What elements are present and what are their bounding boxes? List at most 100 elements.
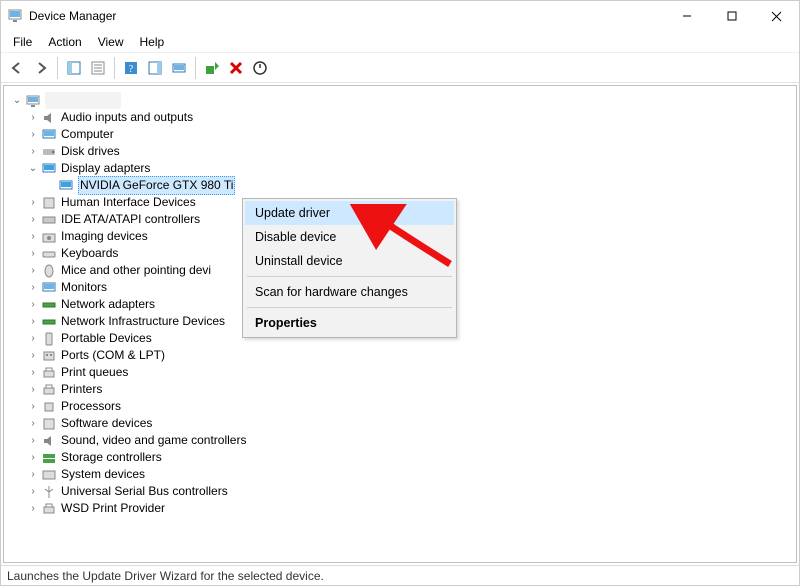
node-label: Universal Serial Bus controllers [61,483,228,500]
update-driver-button[interactable] [200,56,224,80]
context-menu: Update driver Disable device Uninstall d… [242,198,457,338]
display-adapter-icon [41,161,57,177]
action-pane-button[interactable] [143,56,167,80]
expand-icon[interactable]: › [26,213,40,227]
expand-icon[interactable]: › [26,400,40,414]
root-node[interactable]: ⌄ hidden [8,92,792,109]
expand-icon[interactable]: › [26,485,40,499]
expand-icon[interactable]: › [26,349,40,363]
node-printers[interactable]: ›Printers [8,381,792,398]
node-label: Audio inputs and outputs [61,109,193,126]
node-computer[interactable]: ›Computer [8,126,792,143]
node-label: System devices [61,466,145,483]
selected-device-label: NVIDIA GeForce GTX 980 Ti [78,176,235,195]
menu-help[interactable]: Help [132,33,173,51]
node-label: WSD Print Provider [61,500,165,517]
node-label: Network Infrastructure Devices [61,313,225,330]
node-label: Imaging devices [61,228,148,245]
minimize-button[interactable] [664,1,709,31]
node-display[interactable]: ⌄Display adapters [8,160,792,177]
expand-icon[interactable]: › [26,145,40,159]
cpu-icon [41,399,57,415]
display-adapter-icon [58,178,74,194]
node-ports[interactable]: › Ports (COM & LPT) [8,347,792,364]
ide-icon [41,212,57,228]
collapse-icon[interactable]: ⌄ [26,162,40,176]
node-label: Keyboards [61,245,118,262]
expand-icon[interactable]: › [26,196,40,210]
expand-icon[interactable]: › [26,502,40,516]
node-processors[interactable]: › Processors [8,398,792,415]
show-hide-console-tree-button[interactable] [62,56,86,80]
node-label: Sound, video and game controllers [61,432,246,449]
scan-hardware-button[interactable] [167,56,191,80]
ctx-separator [247,307,452,308]
svg-text:?: ? [129,64,134,75]
ctx-disable-device[interactable]: Disable device [245,225,454,249]
app-icon [7,8,23,24]
expand-icon[interactable]: ⌄ [10,94,24,108]
node-label: Portable Devices [61,330,152,347]
back-button[interactable] [5,56,29,80]
uninstall-button[interactable] [224,56,248,80]
properties-button[interactable] [86,56,110,80]
menu-file[interactable]: File [5,33,40,51]
expand-icon[interactable]: › [26,366,40,380]
node-label: Processors [61,398,121,415]
node-audio[interactable]: › Audio inputs and outputs [8,109,792,126]
monitor-icon [41,127,57,143]
node-label: Print queues [61,364,128,381]
expand-icon[interactable]: › [26,332,40,346]
expand-icon[interactable]: › [26,247,40,261]
menu-view[interactable]: View [90,33,132,51]
expand-icon[interactable]: › [26,128,40,142]
titlebar: Device Manager [1,1,799,31]
printer-icon [41,365,57,381]
keyboard-icon [41,246,57,262]
port-icon [41,348,57,364]
node-label: Storage controllers [61,449,162,466]
expand-icon[interactable]: › [26,451,40,465]
ctx-scan-hardware[interactable]: Scan for hardware changes [245,280,454,304]
toolbar: ? [1,53,799,83]
node-system[interactable]: › System devices [8,466,792,483]
expand-icon[interactable]: › [26,417,40,431]
node-sound[interactable]: › Sound, video and game controllers [8,432,792,449]
printer-icon [41,382,57,398]
node-usb[interactable]: › Universal Serial Bus controllers [8,483,792,500]
maximize-button[interactable] [709,1,754,31]
disable-button[interactable] [248,56,272,80]
node-printqueues[interactable]: › Print queues [8,364,792,381]
ctx-update-driver[interactable]: Update driver [245,201,454,225]
close-button[interactable] [754,1,799,31]
ctx-uninstall-device[interactable]: Uninstall device [245,249,454,273]
expand-icon[interactable]: › [26,264,40,278]
expand-icon[interactable]: › [26,434,40,448]
node-disks[interactable]: ›Disk drives [8,143,792,160]
expand-icon[interactable]: › [26,111,40,125]
hid-icon [41,195,57,211]
expand-icon[interactable]: › [26,281,40,295]
camera-icon [41,229,57,245]
node-software[interactable]: ›Software devices [8,415,792,432]
disk-icon [41,144,57,160]
node-display-child[interactable]: NVIDIA GeForce GTX 980 Ti [8,177,792,194]
help-button[interactable]: ? [119,56,143,80]
computer-icon [25,93,41,109]
expand-icon[interactable]: › [26,315,40,329]
node-label: Mice and other pointing devi [61,262,211,279]
node-storage[interactable]: › Storage controllers [8,449,792,466]
expand-icon[interactable]: › [26,468,40,482]
ctx-properties[interactable]: Properties [245,311,454,335]
expand-icon[interactable]: › [26,298,40,312]
system-icon [41,467,57,483]
statusbar: Launches the Update Driver Wizard for th… [1,565,799,585]
expand-icon[interactable]: › [26,383,40,397]
window-title: Device Manager [29,9,116,23]
menu-action[interactable]: Action [40,33,89,51]
forward-button[interactable] [29,56,53,80]
node-label: Ports (COM & LPT) [61,347,165,364]
expand-icon[interactable]: › [26,230,40,244]
portable-device-icon [41,331,57,347]
node-wsd[interactable]: › WSD Print Provider [8,500,792,517]
